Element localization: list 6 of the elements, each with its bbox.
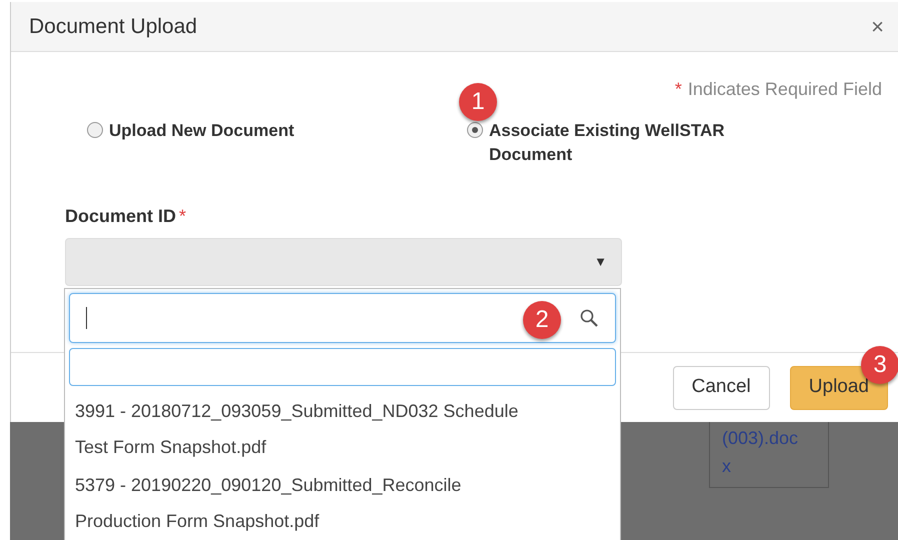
required-note: Indicates Required Field — [688, 78, 882, 101]
dialog-title: Document Upload — [29, 14, 198, 40]
required-mark: * — [179, 205, 186, 228]
table-cell: (003).doc x — [709, 422, 829, 488]
field-label: Document ID — [65, 205, 176, 228]
required-mark: * — [674, 78, 682, 101]
